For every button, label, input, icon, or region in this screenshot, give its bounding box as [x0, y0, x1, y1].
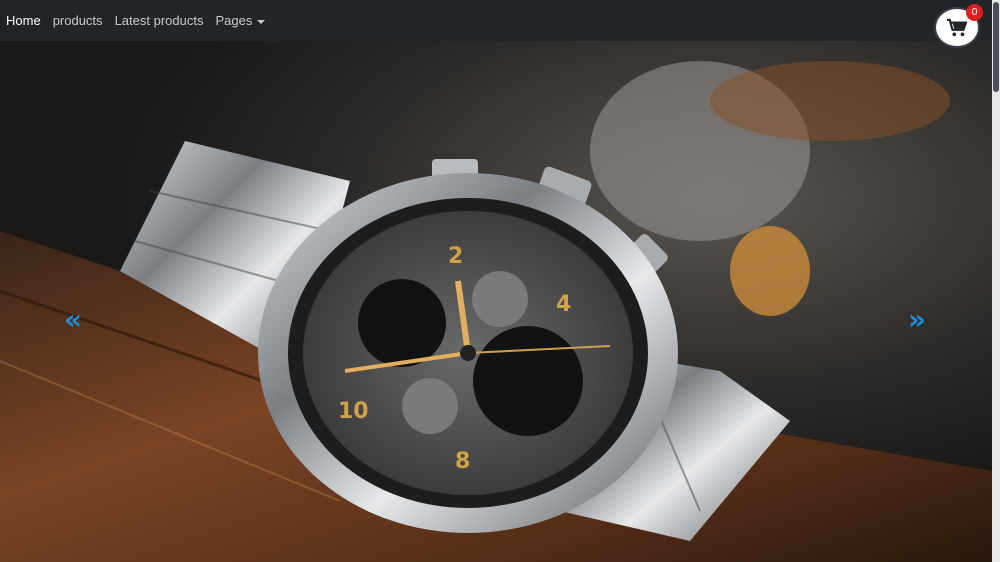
shopping-cart-icon [947, 18, 968, 36]
nav-latest-products-link[interactable]: Latest products [115, 0, 204, 41]
svg-text:8: 8 [455, 449, 470, 474]
caret-down-icon [257, 19, 266, 24]
nav-pages-label: Pages [215, 13, 253, 28]
nav-pages-dropdown[interactable]: Pages [215, 0, 266, 41]
svg-text:4: 4 [556, 292, 571, 317]
slide-image-watch: 2 4 8 10 [0, 41, 992, 562]
page-scrollbar[interactable] [992, 0, 1000, 562]
scrollbar-thumb[interactable] [993, 2, 999, 92]
hero-carousel: 2 4 8 10 « » [0, 41, 992, 562]
svg-text:10: 10 [338, 399, 369, 424]
cart-count-badge: 0 [966, 4, 983, 21]
carousel-next-button[interactable]: » [902, 306, 932, 334]
nav-products-link[interactable]: products [53, 0, 103, 41]
nav-home-link[interactable]: Home [6, 0, 41, 41]
carousel-prev-button[interactable]: « [58, 306, 88, 334]
top-navbar: Home products Latest products Pages [0, 0, 992, 41]
svg-text:2: 2 [448, 244, 463, 269]
